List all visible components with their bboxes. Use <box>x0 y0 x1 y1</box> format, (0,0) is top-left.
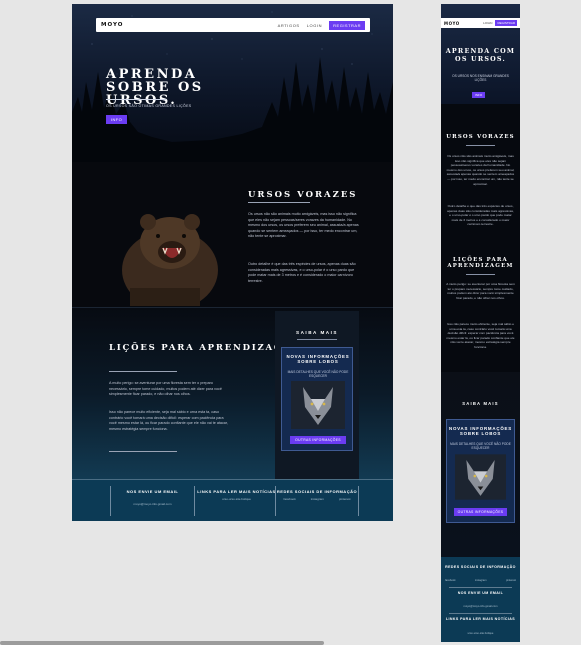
artboard-canvas: MOYO ARTIGOS LOGIN REGISTRAR APRENDA SOB… <box>0 0 581 645</box>
bears-divider <box>248 202 310 203</box>
footer-email-title: NOS ENVIE UM EMAIL <box>126 489 179 494</box>
mobile-hero-title: APRENDA COM OS URSOS. <box>445 47 516 63</box>
mobile-bears-paragraph-1: Os ursos não são animais muito amigáveis… <box>446 154 515 186</box>
footer: NOS ENVIE UM EMAIL moyo@moyo.info.gmail.… <box>72 479 393 521</box>
nav-login-link[interactable]: LOGIN <box>307 23 322 28</box>
footer-social-title: REDES SOCIAIS DE INFORMAÇÃO <box>276 489 358 494</box>
hero-subtitle: OS URSOS SÃO ÓTIMAS GRANDES LIÇÕES <box>106 104 192 108</box>
mobile-register-button[interactable]: REGISTRAR <box>495 20 517 26</box>
mobile-footer-social-title: REDES SOCIAIS DE INFORMAÇÃO <box>445 565 516 569</box>
mobile-mockup: MOYO LOGIN REGISTRAR APRENDA COM OS URSO… <box>441 4 520 642</box>
mobile-footer-divider-2 <box>449 613 512 614</box>
hero-section: MOYO ARTIGOS LOGIN REGISTRAR APRENDA SOB… <box>72 4 393 162</box>
sidebar-divider <box>297 339 337 340</box>
lessons-paragraph-1: A muito perigo: se aventurar por uma flo… <box>109 381 222 397</box>
register-button[interactable]: REGISTRAR <box>329 20 365 30</box>
footer-links-title: LINKS PARA LER MAIS NOTÍCIAS <box>197 489 276 494</box>
hero-info-button[interactable]: INFO <box>106 115 128 124</box>
mobile-footer-links-title: LINKS PARA LER MAIS NOTÍCIAS <box>445 617 516 621</box>
lessons-section: LIÇÕES PARA APRENDIZAGEM A muito perigo:… <box>72 307 393 479</box>
mobile-wolf-photo <box>455 454 506 500</box>
lessons-title: LIÇÕES PARA APRENDIZAGEM <box>109 343 303 353</box>
footer-email-link[interactable]: moyo@moyo.info.gmail.com <box>111 502 194 506</box>
facebook-link[interactable]: facebook <box>284 497 296 501</box>
mobile-login-link[interactable]: LOGIN <box>483 21 492 25</box>
mobile-wolf-card-button[interactable]: OUTRAS INFORMAÇÕES <box>454 508 507 516</box>
mobile-hero-subtitle: OS URSOS NOS ENSINAM GRANDES LIÇÕES <box>452 74 509 82</box>
mobile-facebook-link[interactable]: facebook <box>445 579 456 582</box>
bears-section: URSOS VORAZES Os ursos não são animais m… <box>72 162 393 307</box>
mobile-logo[interactable]: MOYO <box>444 21 460 26</box>
sidebar-title: SAIBA MAIS <box>296 330 338 335</box>
wolf-card: NOVAS INFORMAÇÕES SOBRE LOBOS MAIS DETAL… <box>281 347 353 451</box>
lessons-paragraph-2: Isso não parece muito eficiente, seja ma… <box>109 410 228 431</box>
mobile-footer-divider-1 <box>449 587 512 588</box>
mobile-wolf-card-title: NOVAS INFORMAÇÕES SOBRE LOBOS <box>448 426 513 436</box>
horizontal-scrollbar[interactable] <box>0 641 324 645</box>
nav-articles-link[interactable]: ARTIGOS <box>278 23 300 28</box>
mobile-info-button[interactable]: INFO <box>472 92 486 98</box>
footer-social-column: REDES SOCIAIS DE INFORMAÇÃO facebook ins… <box>275 486 359 516</box>
mobile-footer-email-link[interactable]: moyo@moyo.info.gmail.com <box>441 605 520 608</box>
footer-links-link[interactable]: urso-urso-site.bolique <box>195 497 278 501</box>
mobile-sidebar-section: SAIBA MAIS NOVAS INFORMAÇÕES SOBRE LOBOS… <box>441 372 520 557</box>
bears-paragraph-2: Outro detalhe é que das três espécies de… <box>248 262 356 283</box>
lessons-divider <box>109 371 177 372</box>
mobile-lessons-divider <box>466 274 495 275</box>
mobile-footer: REDES SOCIAIS DE INFORMAÇÃO facebook ins… <box>441 557 520 642</box>
mobile-bears-title: URSOS VORAZES <box>446 134 515 140</box>
mobile-bears-divider <box>466 145 495 146</box>
wolf-card-subtitle: MAIS DETALHES QUE VOCÊ NÃO PODE ESQUECER <box>287 370 349 378</box>
mobile-pinterest-link[interactable]: pinterest <box>506 579 516 582</box>
hero-title: APRENDA SOBRE OS URSOS. <box>106 67 204 108</box>
mobile-wolf-card: NOVAS INFORMAÇÕES SOBRE LOBOS MAIS DETAL… <box>446 419 515 523</box>
footer-email-column: NOS ENVIE UM EMAIL moyo@moyo.info.gmail.… <box>110 486 194 516</box>
bears-paragraph-1: Os ursos não são animais muito amigáveis… <box>248 212 359 239</box>
mobile-footer-email-title: NOS ENVIE UM EMAIL <box>457 591 504 595</box>
pinterest-link[interactable]: pinterest <box>339 497 351 501</box>
footer-links-column: LINKS PARA LER MAIS NOTÍCIAS urso-urso-s… <box>194 486 278 516</box>
bear-photo <box>100 188 228 306</box>
mobile-wolf-card-subtitle: MAIS DETALHES QUE VOCÊ NÃO PODE ESQUECER <box>450 442 511 450</box>
sidebar-panel: SAIBA MAIS NOVAS INFORMAÇÕES SOBRE LOBOS… <box>275 311 359 479</box>
logo[interactable]: MOYO <box>101 22 123 28</box>
wolf-card-title: NOVAS INFORMAÇÕES SOBRE LOBOS <box>286 354 350 364</box>
bears-title: URSOS VORAZES <box>248 190 358 200</box>
mobile-instagram-link[interactable]: instagram <box>475 579 486 582</box>
mobile-hero-section: MOYO LOGIN REGISTRAR APRENDA COM OS URSO… <box>441 4 520 104</box>
desktop-navbar: MOYO ARTIGOS LOGIN REGISTRAR <box>96 18 370 32</box>
instagram-link[interactable]: instagram <box>311 497 324 501</box>
mobile-lessons-title: LIÇÕES PARA APRENDIZAGEM <box>447 257 514 270</box>
lessons-divider-bottom <box>109 451 177 452</box>
mobile-lessons-paragraph-2: Isso não parece muito eficiente, seja ma… <box>446 322 515 349</box>
mobile-bears-paragraph-2: Outro detalhe é que das três espécies de… <box>447 204 514 227</box>
wolf-card-button[interactable]: OUTRAS INFORMAÇÕES <box>290 436 346 444</box>
mobile-navbar: MOYO LOGIN REGISTRAR <box>441 18 520 28</box>
wolf-photo <box>291 381 345 429</box>
mobile-footer-links-link[interactable]: urso-urso-site.bolique <box>441 632 520 635</box>
desktop-mockup: MOYO ARTIGOS LOGIN REGISTRAR APRENDA SOB… <box>72 4 393 521</box>
hero-divider <box>106 99 166 100</box>
mobile-sidebar-title: SAIBA MAIS <box>462 401 499 406</box>
mobile-lessons-paragraph-1: A muito perigo: se aventurar por uma flo… <box>446 282 515 300</box>
